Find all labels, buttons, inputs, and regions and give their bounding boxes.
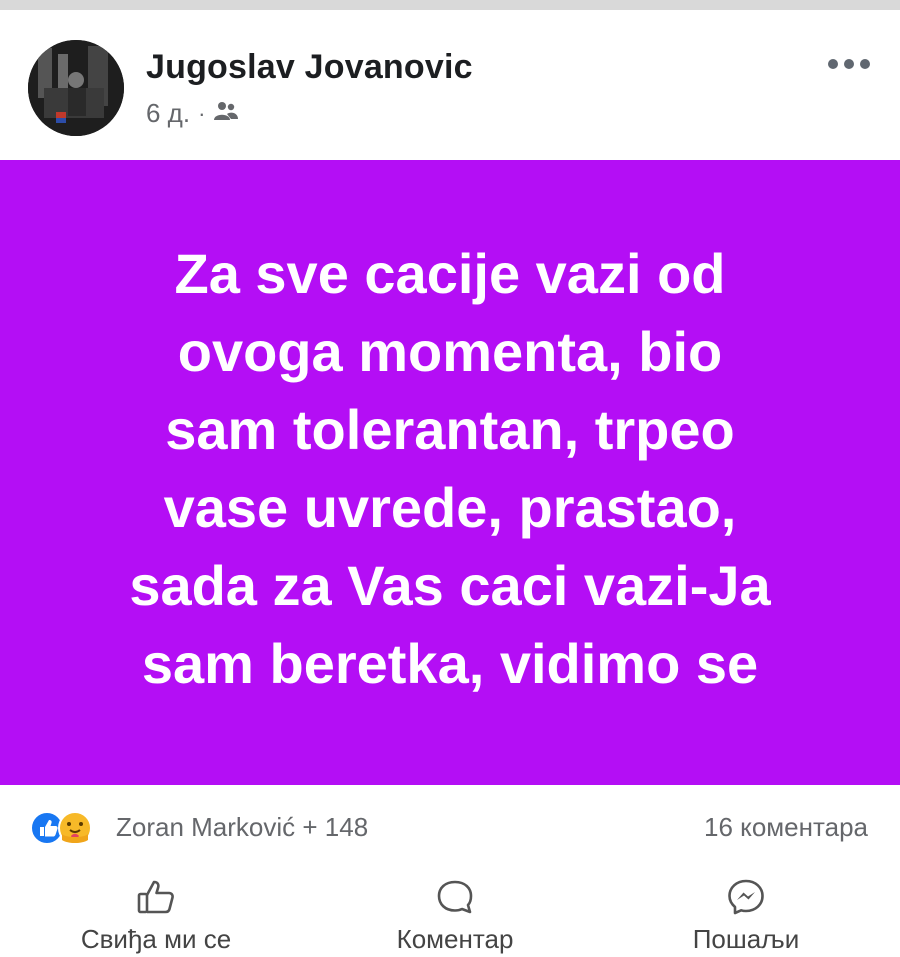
comments-count[interactable]: 16 коментара xyxy=(704,812,868,843)
post-background[interactable]: Za sve cacije vazi od ovoga momenta, bio… xyxy=(0,160,900,785)
send-button[interactable]: Пошаљи xyxy=(616,870,876,957)
author-avatar[interactable] xyxy=(28,40,124,136)
like-label: Свиђа ми се xyxy=(80,924,232,954)
top-divider xyxy=(0,0,900,10)
reaction-icons[interactable] xyxy=(30,810,110,846)
send-label: Пошаљи xyxy=(692,924,800,954)
more-options-icon[interactable] xyxy=(826,50,872,71)
meta-separator: · xyxy=(198,100,206,126)
post-text: Za sve cacije vazi od ovoga momenta, bio… xyxy=(129,241,771,695)
friends-icon xyxy=(213,98,239,129)
comment-icon xyxy=(435,870,475,916)
comment-button[interactable]: Коментар xyxy=(325,870,585,957)
care-reaction-icon xyxy=(58,811,92,845)
reactions-bar: Zoran Marković + 148 16 коментара xyxy=(0,800,900,852)
reactions-summary[interactable]: Zoran Marković + 148 xyxy=(116,812,368,843)
messenger-icon xyxy=(726,870,766,916)
comment-label: Коментар xyxy=(396,924,514,954)
author-name[interactable]: Jugoslav Jovanovic xyxy=(146,48,473,87)
reaction-icons-svg xyxy=(30,811,92,845)
like-button[interactable]: Свиђа ми се xyxy=(26,870,286,957)
post-time[interactable]: 6 д. xyxy=(146,98,190,129)
post-actions: Свиђа ми се Коментар Пошаљи xyxy=(0,870,900,957)
post-header: Jugoslav Jovanovic 6 д. · xyxy=(0,10,900,160)
thumbs-up-icon xyxy=(136,870,176,916)
post-meta: 6 д. · xyxy=(146,98,239,129)
